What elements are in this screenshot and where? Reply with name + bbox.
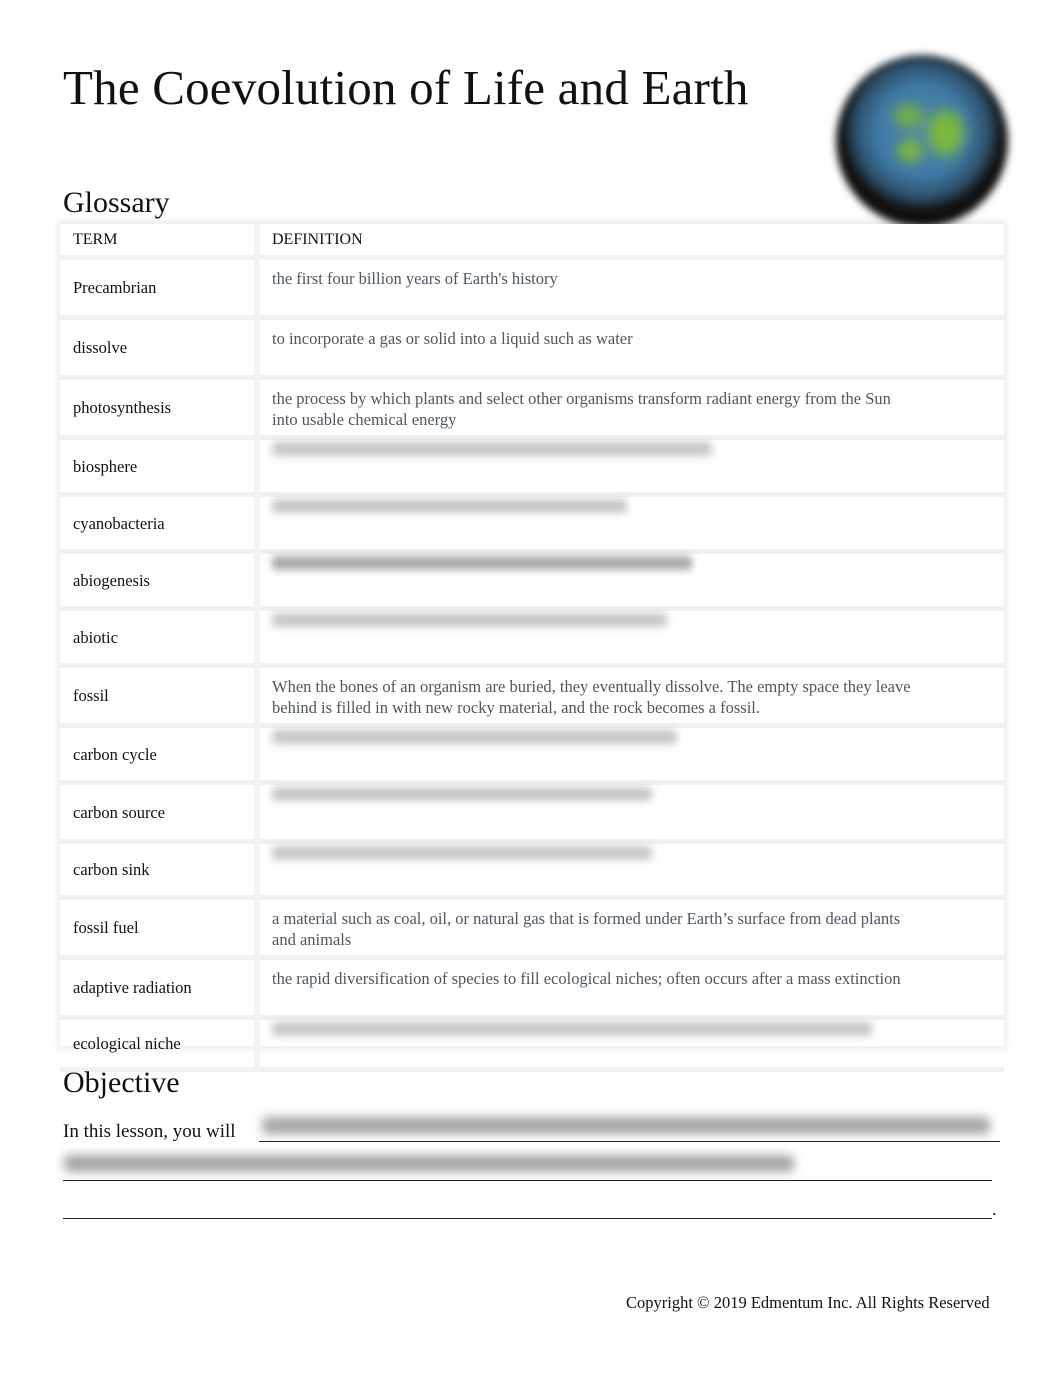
glossary-row: adaptive radiation the rapid diversificat… (60, 957, 1004, 1020)
glossary-row: cyanobacteria (60, 494, 1004, 554)
glossary-term: carbon sink (60, 841, 257, 900)
obscured-definition-text (272, 556, 692, 570)
objective-lead-text: In this lesson, you will (63, 1121, 236, 1142)
glossary-row: abiotic (60, 608, 1004, 668)
glossary-term: carbon cycle (60, 725, 257, 785)
objective-answer-line-3 (63, 1218, 992, 1219)
document-title: The Coevolution of Life and Earth (63, 60, 749, 115)
glossary-definition (254, 782, 1004, 844)
glossary-term: fossil fuel (60, 897, 257, 960)
obscured-definition-text (272, 846, 652, 860)
glossary-row: carbon cycle (60, 725, 1004, 785)
glossary-heading: Glossary (63, 186, 170, 219)
glossary-definition (254, 608, 1004, 668)
glossary-row: photosynthesis the process by which plant… (60, 377, 1004, 440)
glossary-row: carbon sink (60, 841, 1004, 900)
obscured-definition-text (272, 442, 712, 456)
glossary-row: carbon source (60, 782, 1004, 844)
glossary-term: biosphere (60, 437, 257, 497)
glossary-term: abiogenesis (60, 551, 257, 611)
glossary-row: fossil When the bones of an organism are … (60, 665, 1004, 728)
glossary-definition: to incorporate a gas or solid into a liq… (254, 317, 1004, 380)
objective-heading: Objective (63, 1066, 180, 1099)
glossary-definition (254, 725, 1004, 785)
glossary-row: dissolve to incorporate a gas or solid in… (60, 317, 1004, 380)
column-header-definition: DEFINITION (254, 224, 1004, 260)
glossary-row: Precambrian the first four billion years … (60, 257, 1004, 320)
glossary-table: TERM DEFINITION Precambrian the first fou… (60, 224, 1004, 1072)
glossary-definition: the rapid diversification of species to … (254, 957, 1004, 1020)
objective-answer-line-2 (63, 1180, 992, 1181)
glossary-definition (254, 437, 1004, 497)
glossary-definition (254, 551, 1004, 611)
glossary-term: ecological niche (60, 1017, 257, 1072)
glossary-definition (254, 494, 1004, 554)
glossary-header-row: TERM DEFINITION (60, 224, 1004, 260)
obscured-definition-text (272, 730, 677, 744)
glossary-term: abiotic (60, 608, 257, 668)
glossary-term: Precambrian (60, 257, 257, 320)
earth-globe-icon (836, 55, 1008, 227)
objective-end-punctuation: . (992, 1199, 997, 1219)
glossary-term: photosynthesis (60, 377, 257, 440)
obscured-definition-text (272, 787, 652, 801)
glossary-term: fossil (60, 665, 257, 728)
obscured-definition-text (272, 1022, 872, 1036)
glossary-row: ecological niche (60, 1017, 1004, 1072)
glossary-definition: When the bones of an organism are buried… (254, 665, 1004, 728)
objective-answer-line-1 (259, 1141, 1000, 1142)
obscured-definition-text (272, 613, 667, 627)
glossary-term: dissolve (60, 317, 257, 380)
glossary-row: abiogenesis (60, 551, 1004, 611)
glossary-definition (254, 1017, 1004, 1072)
column-header-term: TERM (60, 224, 257, 260)
obscured-definition-text (272, 499, 627, 513)
glossary-row: biosphere (60, 437, 1004, 497)
glossary-term: carbon source (60, 782, 257, 844)
glossary-definition: a material such as coal, oil, or natural… (254, 897, 1004, 960)
objective-answer-obscured-text (64, 1155, 794, 1172)
copyright-notice: Copyright © 2019 Edmentum Inc. All Right… (626, 1293, 990, 1312)
glossary-term: adaptive radiation (60, 957, 257, 1020)
objective-answer-obscured-text (262, 1117, 990, 1134)
glossary-definition (254, 841, 1004, 900)
glossary-definition: the first four billion years of Earth's … (254, 257, 1004, 320)
glossary-term: cyanobacteria (60, 494, 257, 554)
glossary-definition: the process by which plants and select o… (254, 377, 1004, 440)
glossary-row: fossil fuel a material such as coal, oil,… (60, 897, 1004, 960)
